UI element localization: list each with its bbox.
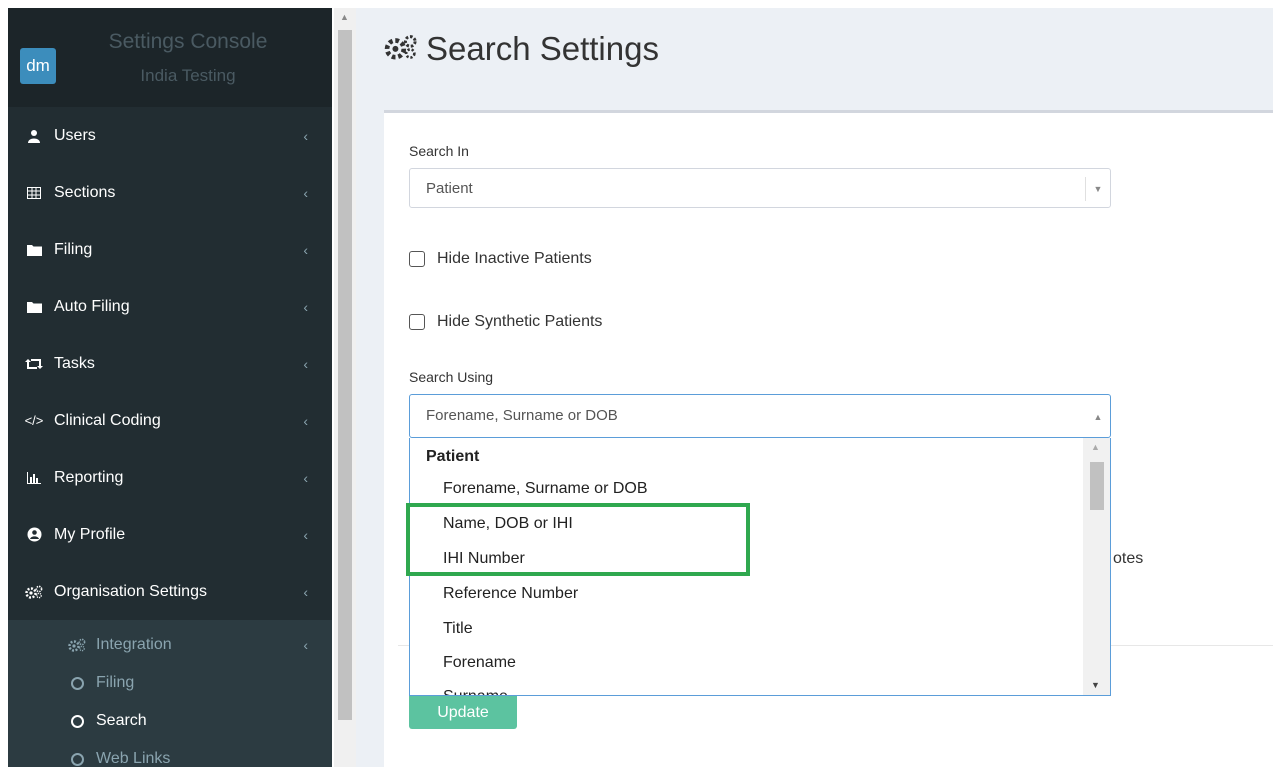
scroll-down-arrow-icon[interactable]: ▼ bbox=[1091, 680, 1100, 690]
dropdown-option[interactable]: Reference Number bbox=[443, 585, 578, 603]
sidebar-item-label: Clinical Coding bbox=[54, 411, 161, 429]
sidebar-item-my-profile[interactable]: My Profile ‹ bbox=[8, 506, 332, 563]
brand-title: Settings Console bbox=[108, 30, 268, 53]
sidebar-item-sections[interactable]: Sections ‹ bbox=[8, 164, 332, 221]
submenu-item-web-links[interactable]: Web Links bbox=[8, 740, 332, 767]
hide-inactive-label: Hide Inactive Patients bbox=[437, 250, 592, 267]
gears-icon bbox=[24, 585, 44, 599]
sidebar-item-organisation-settings[interactable]: Organisation Settings ‹ bbox=[8, 563, 332, 620]
retweet-icon bbox=[24, 358, 44, 370]
sidebar: dm Settings Console India Testing Users … bbox=[8, 8, 332, 767]
code-icon: </> bbox=[24, 413, 44, 428]
sidebar-item-tasks[interactable]: Tasks ‹ bbox=[8, 335, 332, 392]
folder-icon bbox=[24, 301, 44, 313]
scrollbar-thumb[interactable] bbox=[1090, 462, 1104, 510]
settings-panel: Search In Patient ▼ Hide Inactive Patien… bbox=[384, 110, 1273, 773]
gears-icon bbox=[384, 34, 418, 65]
search-in-label: Search In bbox=[409, 143, 469, 159]
brand-header: dm Settings Console India Testing bbox=[8, 8, 332, 107]
chevron-left-icon: ‹ bbox=[303, 412, 308, 429]
gears-icon bbox=[68, 638, 86, 652]
chevron-left-icon: ‹ bbox=[303, 127, 308, 144]
chevron-left-icon: ‹ bbox=[303, 526, 308, 543]
submenu-item-label: Web Links bbox=[96, 750, 171, 767]
dropdown-option[interactable]: Forename, Surname or DOB bbox=[443, 480, 648, 498]
chevron-left-icon: ‹ bbox=[303, 298, 308, 315]
sidebar-item-label: Auto Filing bbox=[54, 297, 130, 315]
main-content: Search Settings Search In Patient ▼ Hide… bbox=[356, 8, 1273, 773]
submenu-item-search[interactable]: Search bbox=[8, 702, 332, 740]
hide-synthetic-row[interactable]: Hide Synthetic Patients bbox=[409, 313, 602, 331]
circle-icon bbox=[68, 752, 86, 766]
sidebar-item-label: Tasks bbox=[54, 354, 95, 372]
sidebar-item-label: My Profile bbox=[54, 525, 126, 543]
sidebar-item-label: Reporting bbox=[54, 468, 124, 486]
submenu-item-label: Integration bbox=[96, 636, 172, 653]
sidebar-item-label: Users bbox=[54, 126, 96, 144]
caret-up-icon: ▲ bbox=[1093, 412, 1103, 422]
folder-icon bbox=[24, 244, 44, 256]
circle-icon bbox=[68, 714, 86, 728]
chevron-left-icon: ‹ bbox=[303, 241, 308, 258]
obscured-label-fragment: otes bbox=[1113, 550, 1144, 567]
search-using-label: Search Using bbox=[409, 369, 494, 385]
user-circle-icon bbox=[24, 527, 44, 542]
chevron-left-icon: ‹ bbox=[303, 469, 308, 486]
hide-synthetic-label: Hide Synthetic Patients bbox=[437, 313, 603, 330]
sidebar-item-label: Sections bbox=[54, 183, 116, 201]
hide-inactive-row[interactable]: Hide Inactive Patients bbox=[409, 250, 592, 268]
table-icon bbox=[24, 186, 44, 199]
sidebar-item-filing[interactable]: Filing ‹ bbox=[8, 221, 332, 278]
sidebar-scrollbar[interactable]: ▲ bbox=[334, 8, 356, 767]
search-using-select[interactable]: Forename, Surname or DOB ▲ bbox=[409, 394, 1111, 438]
sidebar-item-users[interactable]: Users ‹ bbox=[8, 107, 332, 164]
chevron-left-icon: ‹ bbox=[303, 184, 308, 201]
sidebar-item-clinical-coding[interactable]: </> Clinical Coding ‹ bbox=[8, 392, 332, 449]
scroll-up-arrow-icon[interactable]: ▲ bbox=[1091, 442, 1100, 452]
chevron-left-icon: ‹ bbox=[303, 637, 308, 653]
submenu-item-filing[interactable]: Filing bbox=[8, 664, 332, 702]
brand-subtitle: India Testing bbox=[140, 66, 236, 85]
highlight-box bbox=[406, 503, 750, 576]
scroll-up-arrow-icon[interactable]: ▲ bbox=[340, 12, 349, 22]
dropdown-group-label: Patient bbox=[426, 448, 480, 465]
bar-chart-icon bbox=[24, 471, 44, 484]
search-using-value: Forename, Surname or DOB bbox=[426, 407, 618, 424]
page-header: Search Settings bbox=[384, 30, 659, 68]
scrollbar-thumb[interactable] bbox=[338, 30, 352, 720]
dropdown-scrollbar[interactable]: ▲ ▼ bbox=[1083, 438, 1110, 695]
chevron-left-icon: ‹ bbox=[303, 583, 308, 600]
organisation-settings-submenu: Integration ‹ Filing Search Web Links bbox=[8, 620, 332, 767]
chevron-left-icon: ‹ bbox=[303, 355, 308, 372]
circle-icon bbox=[68, 676, 86, 690]
page-title: Search Settings bbox=[426, 30, 659, 67]
dropdown-option[interactable]: Forename bbox=[443, 654, 516, 672]
sidebar-item-label: Organisation Settings bbox=[54, 582, 207, 600]
submenu-item-label: Search bbox=[96, 712, 147, 729]
caret-down-icon: ▼ bbox=[1085, 177, 1110, 201]
dropdown-option[interactable]: Surname bbox=[443, 688, 508, 695]
sidebar-item-auto-filing[interactable]: Auto Filing ‹ bbox=[8, 278, 332, 335]
sidebar-item-reporting[interactable]: Reporting ‹ bbox=[8, 449, 332, 506]
user-icon bbox=[24, 129, 44, 143]
hide-inactive-checkbox[interactable] bbox=[409, 251, 425, 267]
search-in-select[interactable]: Patient ▼ bbox=[409, 168, 1111, 208]
search-in-value: Patient bbox=[426, 180, 473, 197]
hide-synthetic-checkbox[interactable] bbox=[409, 314, 425, 330]
sidebar-item-label: Filing bbox=[54, 240, 93, 258]
dropdown-option[interactable]: Title bbox=[443, 620, 473, 638]
submenu-item-integration[interactable]: Integration ‹ bbox=[8, 626, 332, 664]
submenu-item-label: Filing bbox=[96, 674, 135, 691]
